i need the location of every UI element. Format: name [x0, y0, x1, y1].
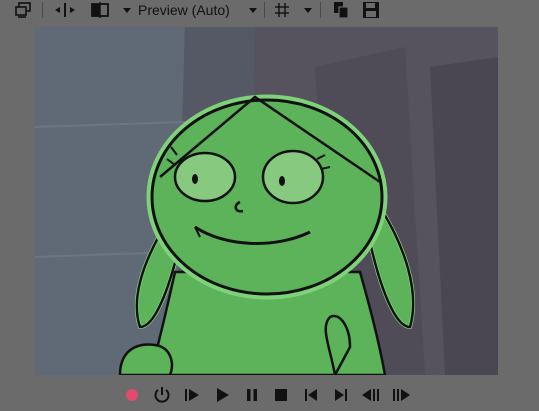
chevron-down-icon[interactable] [302, 0, 314, 20]
preview-canvas [35, 27, 498, 375]
split-icon[interactable] [52, 0, 78, 20]
previous-frame-button[interactable] [301, 385, 321, 405]
grid-icon[interactable] [272, 0, 292, 20]
power-icon [154, 387, 170, 403]
chevron-down-icon[interactable] [247, 0, 259, 20]
play-from-start-icon [185, 389, 199, 401]
stop-icon [275, 389, 287, 401]
play-from-start-button[interactable] [182, 385, 202, 405]
pause-icon [247, 389, 257, 401]
play-button[interactable] [212, 385, 232, 405]
window-icon[interactable] [12, 0, 34, 20]
preview-select[interactable]: Preview (Auto) [138, 0, 230, 20]
preview-select-label: Preview (Auto) [138, 2, 230, 18]
next-frame-icon [335, 389, 347, 401]
save-icon[interactable] [360, 0, 382, 20]
previous-frame-icon [305, 389, 317, 401]
copy-icon[interactable] [330, 0, 352, 20]
step-back-button[interactable] [361, 385, 381, 405]
toolbar-separator [264, 2, 265, 18]
step-forward-button[interactable] [391, 385, 411, 405]
compare-icon[interactable] [88, 0, 112, 20]
transport-controls [0, 381, 539, 409]
toolbar-separator [320, 2, 321, 18]
toolbar-separator [42, 2, 43, 18]
preview-toolbar: Preview (Auto) [0, 0, 539, 22]
stop-button[interactable] [271, 385, 291, 405]
record-button[interactable] [122, 385, 142, 405]
step-forward-icon [393, 389, 410, 401]
next-frame-button[interactable] [331, 385, 351, 405]
preview-viewport[interactable] [35, 27, 498, 375]
record-icon [126, 389, 138, 401]
play-icon [217, 388, 229, 402]
loop-button[interactable] [152, 385, 172, 405]
preview-dropdown-caret[interactable] [122, 0, 132, 20]
pause-button[interactable] [242, 385, 262, 405]
step-back-icon [362, 389, 379, 401]
